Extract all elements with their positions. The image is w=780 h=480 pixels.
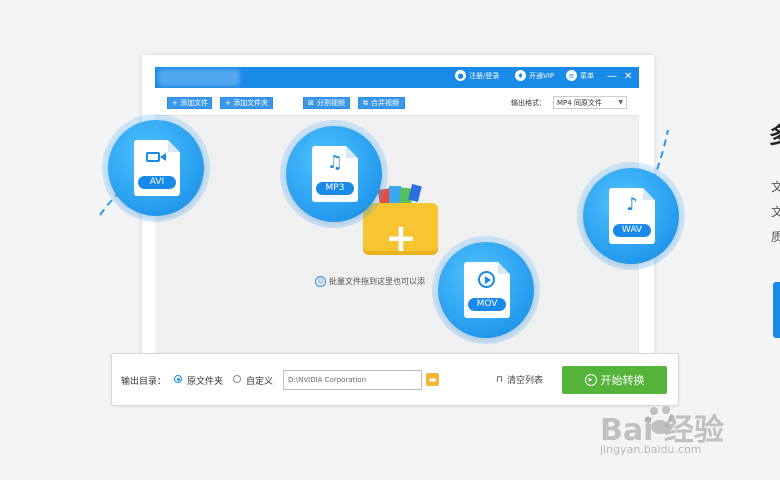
drop-hint-text: 批量文件拖到这里也可以添 bbox=[329, 277, 425, 286]
option-source-label[interactable]: 原文件夹 bbox=[187, 374, 223, 387]
clear-list-button[interactable]: ⊓ 清空列表 bbox=[496, 373, 544, 387]
merge-icon: ⧉ bbox=[363, 98, 368, 107]
format-bubble-mp3: ♫ MP3 bbox=[286, 126, 382, 222]
radio-custom[interactable] bbox=[233, 375, 241, 383]
title-bar: ● 注册/登录 ♦ 开通VIP ≡ 菜单 — ✕ bbox=[155, 67, 639, 88]
folder-body: + bbox=[363, 203, 438, 260]
folder-icon: ▬ bbox=[428, 375, 437, 384]
output-format-select[interactable]: MP4 同原文件 ▼ bbox=[553, 96, 627, 109]
menu-button[interactable]: ≡ 菜单 bbox=[566, 70, 594, 81]
plus-icon: + bbox=[385, 216, 417, 260]
merge-video-label: 合并视频 bbox=[371, 99, 399, 107]
add-file-button[interactable]: + 添加文件 bbox=[167, 97, 212, 109]
menu-label: 菜单 bbox=[580, 71, 594, 80]
minimize-button[interactable]: — bbox=[607, 70, 617, 84]
file-doc-icon: MOV bbox=[464, 262, 510, 318]
trash-icon: ⊓ bbox=[496, 374, 504, 385]
menu-icon: ≡ bbox=[566, 70, 577, 81]
format-bubble-mov: MOV bbox=[438, 242, 534, 338]
music-note-icon: ♪ bbox=[626, 194, 638, 215]
app-logo-blurred bbox=[158, 69, 240, 86]
register-login-label: 注册/登录 bbox=[469, 71, 500, 80]
watermark-url: jingyan.baidu.com bbox=[600, 443, 702, 456]
format-bubble-avi: AVI bbox=[108, 120, 204, 216]
output-dir-label: 输出目录： bbox=[121, 377, 167, 387]
output-path-input[interactable] bbox=[283, 370, 422, 390]
doc-fold bbox=[498, 262, 510, 274]
format-tag: MOV bbox=[468, 298, 506, 311]
edge-text-3: 质 bbox=[771, 230, 780, 244]
browse-folder-button[interactable]: ▬ bbox=[426, 373, 439, 386]
chevron-down-icon: ▼ bbox=[618, 99, 623, 106]
file-doc-icon: AVI bbox=[134, 140, 180, 196]
edge-text-1: 文 bbox=[771, 180, 780, 194]
radio-source-folder[interactable] bbox=[174, 375, 182, 383]
output-format-value: MP4 同原文件 bbox=[557, 98, 602, 107]
edge-text-2: 文 bbox=[771, 205, 780, 219]
output-panel: 输出目录： 原文件夹 自定义 ▬ ⊓ 清空列表 ▶ 开始转换 bbox=[111, 353, 679, 406]
file-doc-icon: ♫ MP3 bbox=[312, 146, 358, 202]
merge-video-button[interactable]: ⧉ 合并视频 bbox=[358, 97, 405, 109]
start-convert-label: 开始转换 bbox=[600, 374, 645, 387]
toolbar: + 添加文件 + 添加文件夹 ⊠ 分割视频 ⧉ 合并视频 输出格式： MP4 同… bbox=[155, 88, 639, 116]
format-tag: AVI bbox=[138, 176, 176, 189]
register-login-button[interactable]: ● 注册/登录 bbox=[455, 70, 499, 81]
doc-fold bbox=[168, 140, 180, 152]
file-doc-icon: ♪ WAV bbox=[609, 188, 655, 244]
format-bubble-wav: ♪ WAV bbox=[583, 168, 679, 264]
start-convert-button[interactable]: ▶ 开始转换 bbox=[562, 366, 667, 394]
edge-title: 多 bbox=[769, 118, 780, 150]
video-camera-lens bbox=[160, 153, 166, 161]
output-format-label: 输出格式： bbox=[511, 99, 546, 107]
vip-label: 开通VIP bbox=[529, 71, 555, 80]
play-circle-icon bbox=[478, 271, 495, 288]
music-note-icon: ♫ bbox=[326, 152, 344, 173]
close-button[interactable]: ✕ bbox=[624, 70, 632, 84]
scissors-icon: ⊠ bbox=[308, 99, 314, 107]
vip-icon: ♦ bbox=[515, 70, 526, 81]
format-tag: MP3 bbox=[316, 182, 354, 195]
split-video-label: 分割视频 bbox=[316, 99, 345, 107]
play-icon: ▶ bbox=[584, 374, 597, 386]
option-custom-label[interactable]: 自定义 bbox=[246, 374, 273, 387]
paw-icon bbox=[644, 406, 676, 434]
add-files-folder-icon[interactable]: + bbox=[363, 184, 438, 260]
format-tag: WAV bbox=[613, 224, 651, 237]
video-camera-icon bbox=[146, 152, 160, 162]
add-folder-button[interactable]: + 添加文件夹 bbox=[220, 97, 273, 109]
smile-icon: ☺ bbox=[315, 276, 326, 287]
clear-list-label: 清空列表 bbox=[507, 376, 544, 386]
drop-hint: ☺ 批量文件拖到这里也可以添 bbox=[315, 276, 425, 287]
watermark: Bai 经验 jingyan.baidu.com bbox=[600, 405, 750, 465]
vip-button[interactable]: ♦ 开通VIP bbox=[515, 70, 554, 81]
edge-button[interactable] bbox=[773, 282, 780, 338]
user-icon: ● bbox=[455, 70, 466, 81]
split-video-button[interactable]: ⊠ 分割视频 bbox=[303, 97, 350, 109]
